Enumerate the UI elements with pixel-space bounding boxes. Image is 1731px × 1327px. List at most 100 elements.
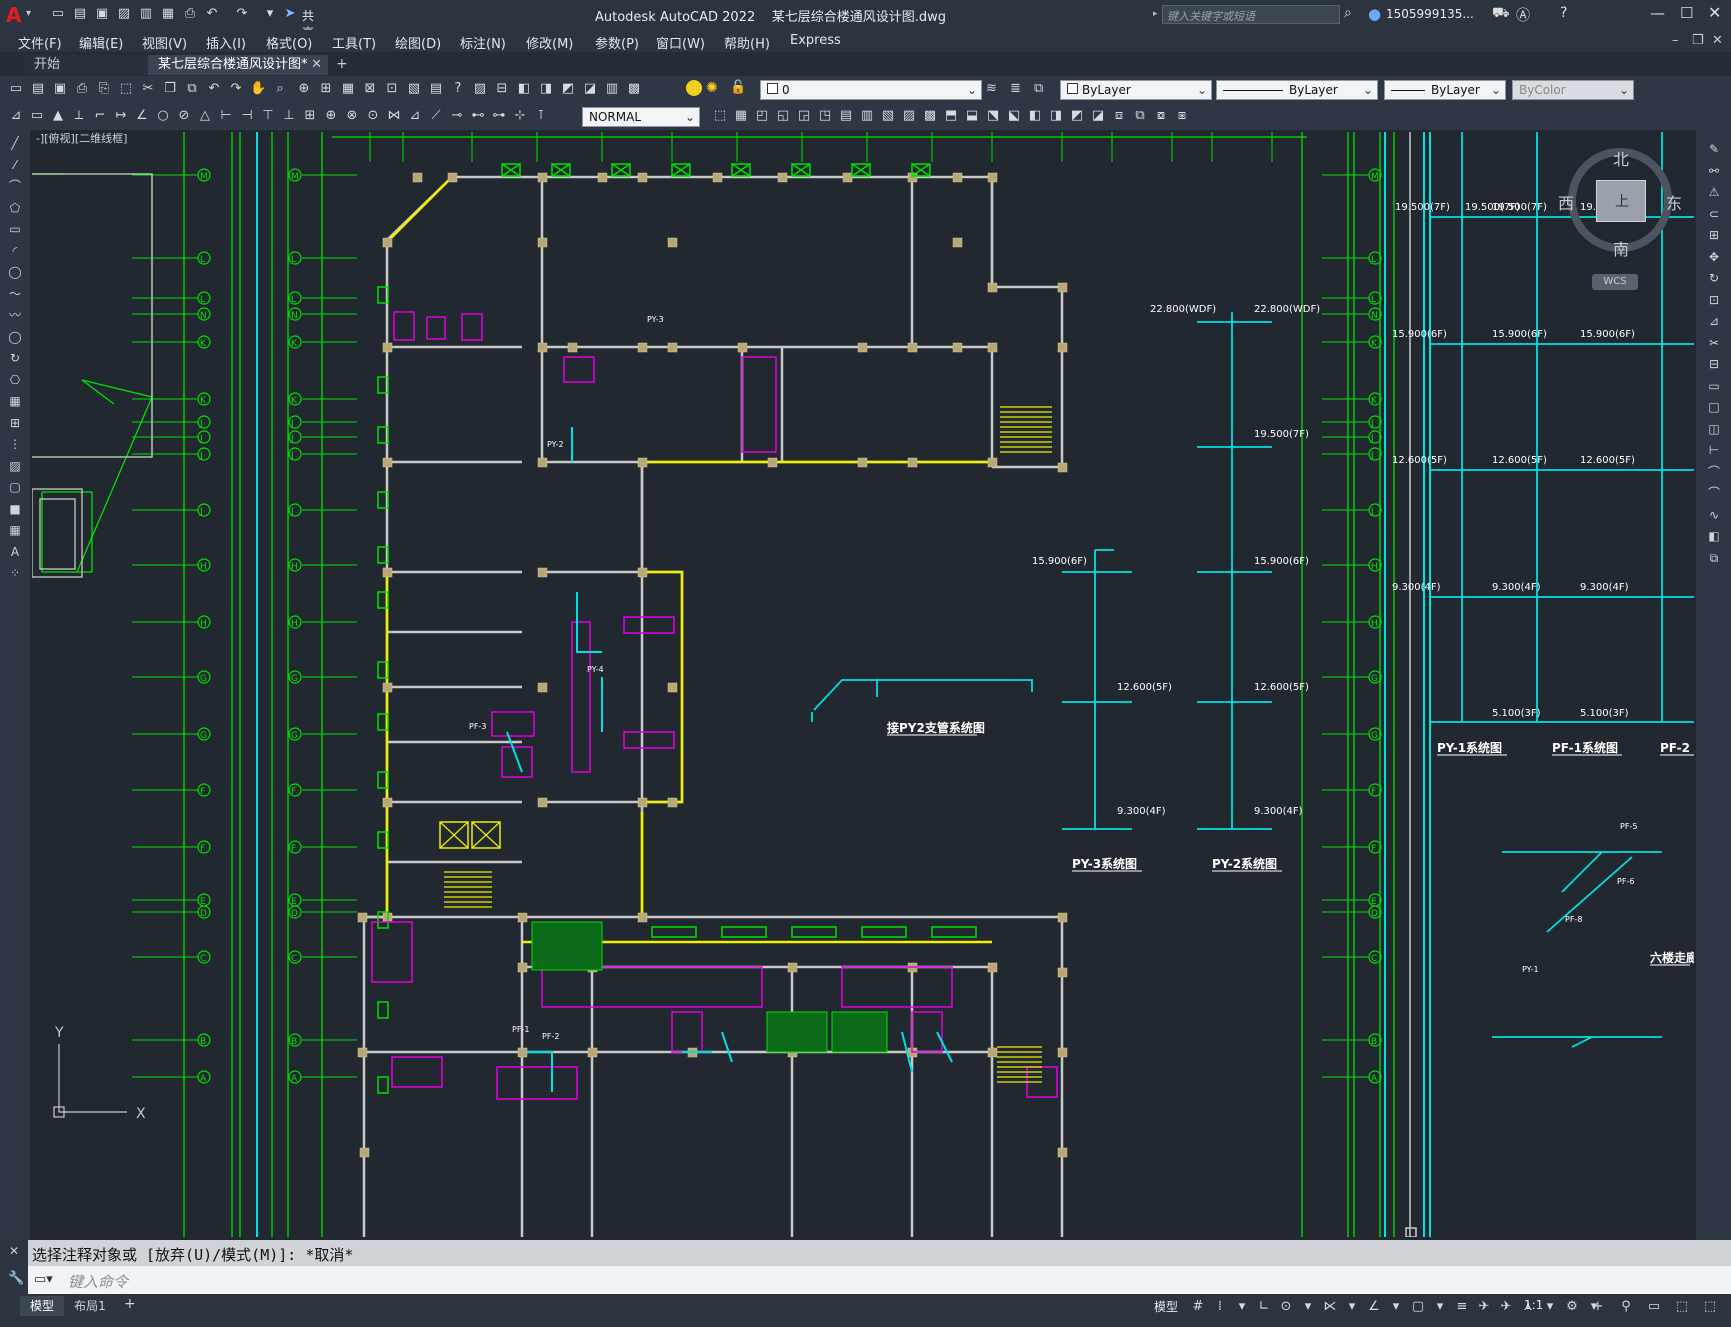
- wrench-icon[interactable]: 🔧: [8, 1271, 24, 1286]
- menu-express[interactable]: Express: [790, 33, 841, 48]
- layer-dropdown[interactable]: 0 ⌄: [760, 80, 982, 100]
- dim-tool-1-icon[interactable]: ⊿: [8, 108, 24, 124]
- drawing-svg[interactable]: Y X M MML LLL LLN NNK KKK KKJ JJJ JJJ JJJ JJH HHH HH…: [32, 132, 1694, 1237]
- modify-tool-7-icon[interactable]: ↻: [1706, 271, 1722, 285]
- doc-restore-icon[interactable]: ❐: [1692, 33, 1704, 48]
- tab-start[interactable]: 开始: [24, 55, 154, 75]
- edit-tool-1-icon[interactable]: ⬚: [712, 108, 728, 124]
- standard-tool-10-icon[interactable]: ↶: [206, 81, 222, 97]
- menu-edit[interactable]: 编辑(E): [79, 33, 123, 52]
- draw-tool-19-icon[interactable]: ▦: [7, 523, 23, 537]
- modify-tool-19-icon[interactable]: ◧: [1706, 529, 1722, 543]
- redo-icon[interactable]: ↷: [234, 6, 250, 22]
- undo-icon[interactable]: ↶: [204, 6, 220, 22]
- std2-tool-11-icon[interactable]: ◧: [516, 81, 532, 97]
- edit-tool-9-icon[interactable]: ▧: [880, 108, 896, 124]
- dim-tool-15-icon[interactable]: ⊞: [302, 108, 318, 124]
- std2-tool-1-icon[interactable]: ⊕: [296, 81, 312, 97]
- status-toggle-2-icon[interactable]: ⁞: [1212, 1299, 1228, 1315]
- menu-window[interactable]: 窗口(W): [656, 33, 705, 52]
- add-layout-button[interactable]: +: [124, 1296, 136, 1312]
- edit-tool-4-icon[interactable]: ◱: [775, 108, 791, 124]
- annotation-scale[interactable]: 1:1: [1524, 1298, 1543, 1312]
- draw-tool-9-icon[interactable]: 〰: [7, 308, 23, 322]
- modify-tool-3-icon[interactable]: ⚠: [1706, 185, 1722, 199]
- draw-tool-20-icon[interactable]: A: [7, 545, 23, 559]
- edit-tool-5-icon[interactable]: ◲: [796, 108, 812, 124]
- dim-tool-17-icon[interactable]: ⊗: [344, 108, 360, 124]
- dim-tool-26-icon[interactable]: ⊺: [533, 108, 549, 124]
- std2-tool-15-icon[interactable]: ▥: [604, 81, 620, 97]
- viewcube-south[interactable]: 南: [1613, 236, 1629, 260]
- menu-help[interactable]: 帮助(H): [724, 33, 770, 52]
- menu-insert[interactable]: 插入(I): [206, 33, 246, 52]
- draw-tool-15-icon[interactable]: ⋮: [7, 437, 23, 451]
- viewcube-east[interactable]: 东: [1666, 190, 1682, 214]
- draw-tool-1-icon[interactable]: ╱: [7, 136, 23, 150]
- tab-drawing[interactable]: 某七层综合楼通风设计图* ✕: [148, 55, 328, 75]
- standard-tool-6-icon[interactable]: ⬚: [118, 81, 134, 97]
- dim-tool-2-icon[interactable]: ▭: [29, 108, 45, 124]
- command-input[interactable]: 键入命令: [68, 1271, 128, 1292]
- viewcube[interactable]: 上 北 南 西 东 WCS: [1552, 144, 1692, 304]
- status-toggle-11-icon[interactable]: ▢: [1410, 1299, 1426, 1315]
- std2-tool-14-icon[interactable]: ◪: [582, 81, 598, 97]
- edit-tool-2-icon[interactable]: ▦: [733, 108, 749, 124]
- chevron-right-icon[interactable]: ▸: [1153, 9, 1158, 19]
- dim-tool-5-icon[interactable]: ⌐: [92, 108, 108, 124]
- draw-tool-13-icon[interactable]: ▦: [7, 394, 23, 408]
- edit-tool-18-icon[interactable]: ◩: [1069, 108, 1085, 124]
- draw-tool-21-icon[interactable]: ⁘: [7, 566, 23, 580]
- standard-tool-7-icon[interactable]: ✂: [140, 81, 156, 97]
- search-input[interactable]: 键入关键字或短语: [1167, 8, 1255, 24]
- tab-close-icon[interactable]: ✕: [311, 55, 322, 75]
- autocad-logo[interactable]: A: [6, 3, 21, 27]
- modify-tool-15-icon[interactable]: ⊢: [1706, 443, 1722, 457]
- search-box[interactable]: 键入关键字或短语: [1162, 5, 1340, 24]
- draw-tool-3-icon[interactable]: ⌒: [7, 179, 23, 193]
- dim-tool-6-icon[interactable]: ↦: [113, 108, 129, 124]
- edit-tool-16-icon[interactable]: ◧: [1027, 108, 1043, 124]
- status-toggle-20-icon[interactable]: +: [1590, 1299, 1606, 1315]
- menu-format[interactable]: 格式(O): [266, 33, 312, 52]
- dim-tool-14-icon[interactable]: ⊥: [281, 108, 297, 124]
- edit-tool-8-icon[interactable]: ▥: [859, 108, 875, 124]
- close-icon[interactable]: ✕: [9, 1244, 19, 1258]
- search-icon[interactable]: ⌕: [1344, 5, 1352, 21]
- menu-view[interactable]: 视图(V): [142, 33, 187, 52]
- user-name[interactable]: 1505999135...: [1386, 7, 1474, 21]
- menu-parametric[interactable]: 参数(P): [595, 33, 639, 52]
- status-toggle-15-icon[interactable]: ✈: [1498, 1299, 1514, 1315]
- status-toggle-5-icon[interactable]: ⊙: [1278, 1299, 1294, 1315]
- new-file-icon[interactable]: ▭: [50, 6, 66, 22]
- edit-tool-10-icon[interactable]: ▨: [901, 108, 917, 124]
- menu-file[interactable]: 文件(F): [18, 33, 62, 52]
- standard-tool-4-icon[interactable]: ⎙: [74, 81, 90, 97]
- status-toggle-14-icon[interactable]: ✈: [1476, 1299, 1492, 1315]
- plotstyle-dropdown[interactable]: ByColor ⌄: [1512, 80, 1634, 100]
- std2-tool-4-icon[interactable]: ⊠: [362, 81, 378, 97]
- edit-tool-3-icon[interactable]: ◰: [754, 108, 770, 124]
- doc-close-icon[interactable]: ✕: [1712, 33, 1723, 48]
- standard-tool-12-icon[interactable]: ✋: [250, 81, 266, 97]
- draw-tool-8-icon[interactable]: 〜: [7, 287, 23, 301]
- draw-tool-16-icon[interactable]: ▨: [7, 459, 23, 473]
- edit-tool-6-icon[interactable]: ◳: [817, 108, 833, 124]
- draw-tool-6-icon[interactable]: ◜: [7, 244, 23, 258]
- standard-tool-2-icon[interactable]: ▤: [30, 81, 46, 97]
- lineweight-dropdown[interactable]: ByLayer ⌄: [1384, 80, 1506, 100]
- modify-tool-5-icon[interactable]: ⊞: [1706, 228, 1722, 242]
- status-toggle-4-icon[interactable]: ∟: [1256, 1299, 1272, 1315]
- edit-tool-23-icon[interactable]: ⧆: [1174, 108, 1190, 124]
- color-dropdown[interactable]: ByLayer ⌄: [1060, 80, 1212, 100]
- std2-tool-5-icon[interactable]: ⊡: [384, 81, 400, 97]
- layer-previous-icon[interactable]: ⧉: [1034, 81, 1043, 96]
- edit-tool-13-icon[interactable]: ⬓: [964, 108, 980, 124]
- std2-tool-3-icon[interactable]: ▦: [340, 81, 356, 97]
- layer-on-icon[interactable]: [686, 80, 702, 96]
- autodesk-app-icon[interactable]: Ⓐ: [1516, 5, 1530, 25]
- command-panel-grip[interactable]: ✕: [0, 1240, 28, 1266]
- draw-tool-7-icon[interactable]: ◯: [7, 265, 23, 279]
- edit-tool-17-icon[interactable]: ◨: [1048, 108, 1064, 124]
- draw-tool-10-icon[interactable]: ◯: [7, 330, 23, 344]
